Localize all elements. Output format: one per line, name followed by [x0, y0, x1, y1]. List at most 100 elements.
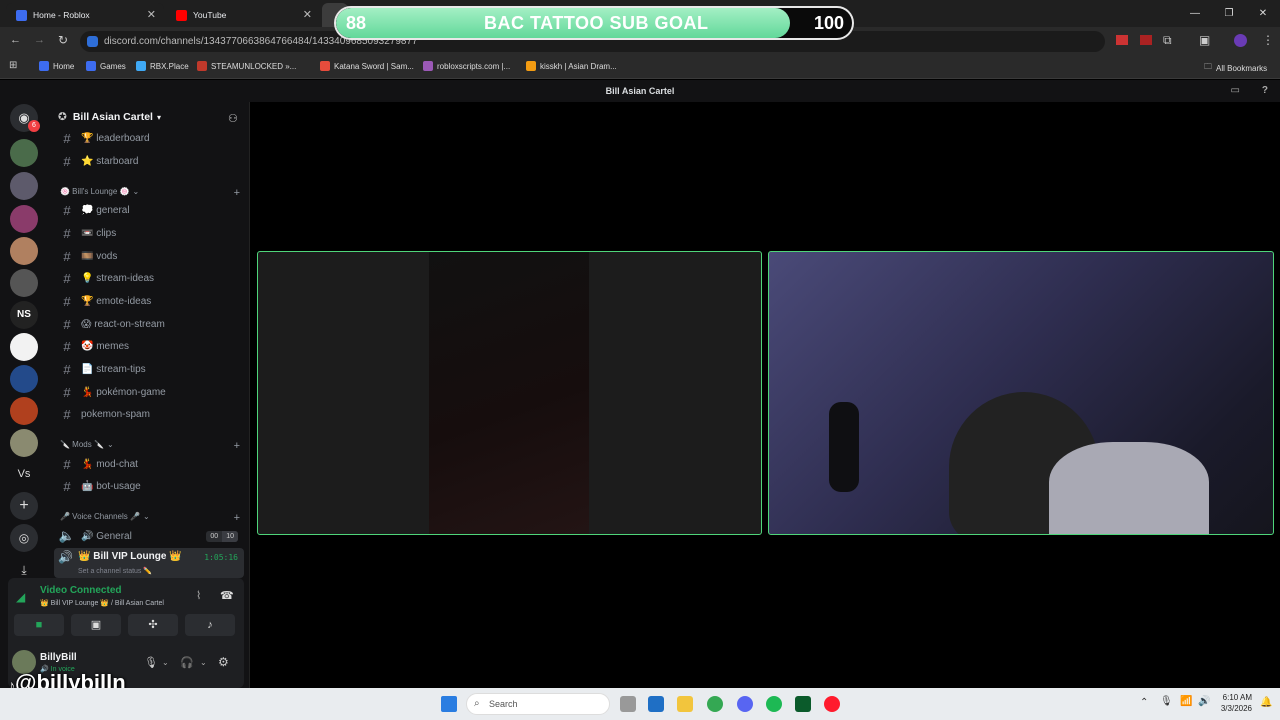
- server-icon[interactable]: [10, 237, 38, 265]
- wifi-icon[interactable]: 📶: [1180, 696, 1192, 707]
- channel-starboard[interactable]: # ⭐ starboard: [57, 151, 242, 171]
- clock-time[interactable]: 6:10 AM: [1216, 693, 1252, 702]
- channel-mod-chat[interactable]: # 💃 mod-chat: [57, 454, 242, 474]
- chevron-down-icon[interactable]: ⌄: [200, 658, 207, 667]
- bookmark-games[interactable]: Games: [86, 61, 126, 71]
- task-view-icon[interactable]: [620, 696, 636, 712]
- server-vs[interactable]: Vs: [10, 460, 38, 488]
- spotify-icon[interactable]: [766, 696, 782, 712]
- channel-vods[interactable]: # 🎞️ vods: [57, 246, 242, 266]
- forward-icon[interactable]: →: [34, 34, 45, 46]
- profile-avatar[interactable]: [1234, 34, 1247, 47]
- activities-button[interactable]: ✣: [128, 614, 178, 636]
- channel-pokemon-spam[interactable]: # pokemon-spam: [57, 404, 242, 424]
- server-icon[interactable]: [10, 172, 38, 200]
- channel-leaderboard[interactable]: # 🏆 leaderboard: [57, 128, 242, 148]
- username[interactable]: BillyBill: [40, 652, 77, 663]
- channel-clips[interactable]: # 📼 clips: [57, 223, 242, 243]
- connection-signal-icon[interactable]: ◢: [16, 590, 25, 604]
- chrome-icon[interactable]: [707, 696, 723, 712]
- category-voice[interactable]: 🎤 Voice Channels 🎤 ⌄ +: [60, 512, 240, 524]
- help-icon[interactable]: ?: [1262, 80, 1268, 102]
- notification-bell-icon[interactable]: 🔔: [1260, 697, 1272, 708]
- opera-icon[interactable]: [824, 696, 840, 712]
- server-bill-asian-cartel[interactable]: [10, 139, 38, 167]
- sidepanel-icon[interactable]: ▣: [1199, 33, 1210, 47]
- server-icon[interactable]: [10, 333, 38, 361]
- puzzle-icon[interactable]: ⧉: [1163, 33, 1172, 48]
- voice-channel-general[interactable]: 🔈 🔊 General 00 10: [57, 526, 242, 546]
- video-tile-screen-share[interactable]: [257, 251, 762, 535]
- server-icon[interactable]: [10, 429, 38, 457]
- add-channel-icon[interactable]: +: [234, 187, 240, 199]
- server-name-header[interactable]: ✪ Bill Asian Cartel ▾: [58, 111, 161, 123]
- inbox-icon[interactable]: ▭: [1231, 80, 1240, 102]
- chevron-down-icon[interactable]: ⌄: [162, 658, 169, 667]
- file-explorer-icon[interactable]: [677, 696, 693, 712]
- server-icon[interactable]: [10, 397, 38, 425]
- taskbar-search-input[interactable]: ⌕ Search: [466, 693, 610, 715]
- tab-youtube[interactable]: YouTube ✕: [166, 3, 320, 27]
- server-icon[interactable]: [10, 269, 38, 297]
- bookmark-home[interactable]: Home: [39, 61, 74, 71]
- all-bookmarks[interactable]: 🗀 All Bookmarks: [1204, 61, 1267, 75]
- noise-suppression-icon[interactable]: ⌇: [196, 589, 201, 602]
- channel-memes[interactable]: # 🤡 memes: [57, 336, 242, 356]
- clock-date[interactable]: 3/3/2026: [1212, 704, 1252, 713]
- back-icon[interactable]: ←: [10, 34, 21, 46]
- bookmark-katana[interactable]: Katana Sword | Sam...: [320, 61, 414, 71]
- volume-icon[interactable]: 🔊: [1198, 696, 1210, 707]
- video-tile-webcam[interactable]: [768, 251, 1274, 535]
- channel-react-on-stream[interactable]: # 😱 react-on-stream: [57, 314, 242, 334]
- discord-taskbar-icon[interactable]: [737, 696, 753, 712]
- server-ns[interactable]: NS: [10, 301, 38, 329]
- add-member-icon[interactable]: ⚇: [228, 112, 238, 125]
- close-window-icon[interactable]: ✕: [1246, 0, 1280, 27]
- close-icon[interactable]: ✕: [303, 8, 312, 21]
- reload-icon[interactable]: ↻: [58, 33, 68, 47]
- channel-stream-ideas[interactable]: # 💡 stream-ideas: [57, 268, 242, 288]
- bookmark-steamunlocked[interactable]: STEAMUNLOCKED »...: [197, 61, 296, 71]
- minimize-icon[interactable]: —: [1178, 0, 1212, 27]
- add-channel-icon[interactable]: +: [234, 440, 240, 452]
- bookmark-robloxscripts[interactable]: robloxscripts.com |...: [423, 61, 510, 71]
- category-mods[interactable]: 🔪 Mods 🔪 ⌄ +: [60, 440, 240, 452]
- bookmark-rbxplace[interactable]: RBX.Place: [136, 61, 189, 71]
- close-icon[interactable]: ✕: [147, 8, 156, 21]
- voice-channel-vip-lounge[interactable]: 🔊 👑 Bill VIP Lounge 👑 1:05:16 Set a chan…: [54, 548, 244, 578]
- site-info-icon[interactable]: [87, 36, 98, 47]
- soundboard-button[interactable]: ♪: [185, 614, 235, 636]
- channel-status[interactable]: Set a channel status ✏️: [78, 567, 152, 575]
- camera-button[interactable]: ■: [14, 614, 64, 636]
- screen-share-button[interactable]: ▣: [71, 614, 121, 636]
- bookmark-kisskh[interactable]: kisskh | Asian Dram...: [526, 61, 617, 71]
- windows-start-icon[interactable]: [441, 696, 457, 712]
- channel-bot-usage[interactable]: # 🤖 bot-usage: [57, 476, 242, 496]
- headphones-icon[interactable]: 🎧: [180, 656, 194, 669]
- add-channel-icon[interactable]: +: [234, 512, 240, 524]
- extension-icon[interactable]: [1140, 35, 1152, 45]
- channel-stream-tips[interactable]: # 📄 stream-tips: [57, 359, 242, 379]
- microphone-icon[interactable]: 🎙: [144, 656, 158, 669]
- rbxplace-icon: [136, 61, 146, 71]
- restore-icon[interactable]: ❐: [1212, 0, 1246, 27]
- server-icon[interactable]: [10, 365, 38, 393]
- store-icon[interactable]: [648, 696, 664, 712]
- tab-roblox[interactable]: Home - Roblox ✕: [6, 3, 164, 27]
- discover-icon[interactable]: ◎: [10, 524, 38, 552]
- chevron-up-icon[interactable]: ⌃: [1140, 697, 1148, 708]
- disconnect-icon[interactable]: ☎: [220, 589, 234, 602]
- menu-icon[interactable]: ⋮: [1262, 33, 1274, 47]
- connected-location[interactable]: 👑 Bill VIP Lounge 👑 / Bill Asian Cartel: [40, 599, 164, 607]
- channel-emote-ideas[interactable]: # 🏆 emote-ideas: [57, 291, 242, 311]
- app-icon[interactable]: [795, 696, 811, 712]
- channel-pokemon-game[interactable]: # 💃 pokémon-game: [57, 382, 242, 402]
- server-icon[interactable]: [10, 205, 38, 233]
- settings-gear-icon[interactable]: ⚙: [218, 655, 229, 669]
- microphone-icon[interactable]: 🎙: [1160, 696, 1173, 707]
- add-server-icon[interactable]: +: [10, 492, 38, 520]
- apps-icon[interactable]: ⊞: [9, 60, 17, 71]
- category-lounge[interactable]: 🍥 Bill's Lounge 🍥 ⌄ +: [60, 187, 240, 199]
- extension-icon[interactable]: [1116, 35, 1128, 45]
- channel-general[interactable]: # 💭 general: [57, 200, 242, 220]
